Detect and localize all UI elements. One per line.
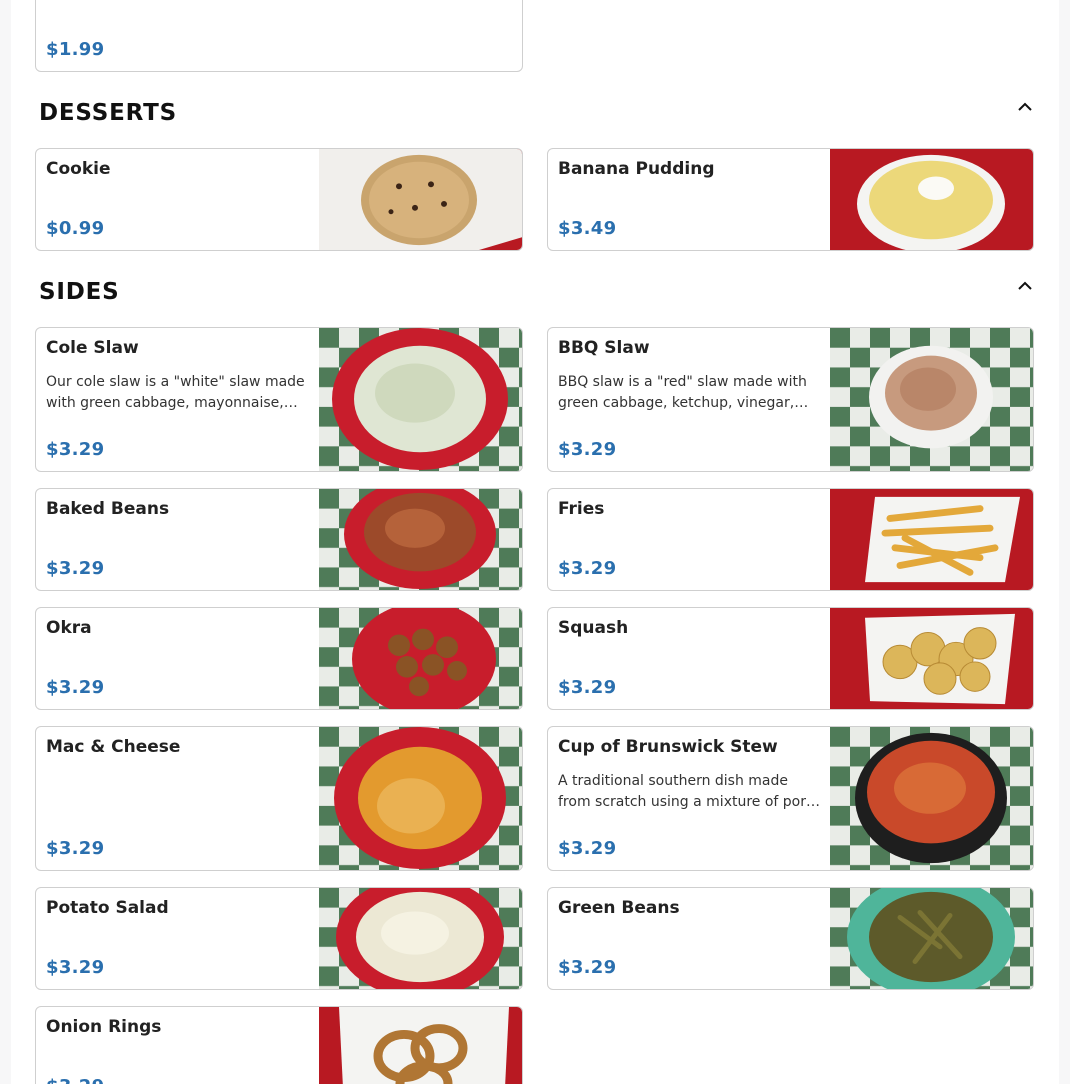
section-title-desserts: DESSERTS <box>39 100 177 126</box>
item-price: $3.29 <box>558 558 617 579</box>
menu-item-potato-salad[interactable]: Potato Salad $3.29 <box>35 887 523 990</box>
menu-item-green-beans[interactable]: Green Beans $3.29 <box>547 887 1034 990</box>
item-photo-brunswick-stew <box>830 727 1033 870</box>
item-photo-potato-salad <box>319 888 522 989</box>
section-title-sides: SIDES <box>39 279 120 305</box>
item-photo-squash <box>830 608 1033 709</box>
item-price: $3.29 <box>46 677 105 698</box>
menu-item-brunswick-stew[interactable]: Cup of Brunswick Stew A traditional sout… <box>547 726 1034 871</box>
item-name: Mac & Cheese <box>46 737 181 757</box>
menu-page: $1.99 DESSERTS Cookie $0.99 Banana Puddi… <box>11 0 1059 1084</box>
menu-item-bbq-slaw[interactable]: BBQ Slaw BBQ slaw is a "red" slaw made w… <box>547 327 1034 472</box>
menu-item-baked-beans[interactable]: Baked Beans $3.29 <box>35 488 523 591</box>
item-name: Banana Pudding <box>558 159 715 179</box>
menu-item-card[interactable]: $1.99 <box>35 0 523 72</box>
item-description: A traditional southern dish made from sc… <box>558 773 819 810</box>
item-price: $3.29 <box>46 558 105 579</box>
item-name: Cole Slaw <box>46 338 139 358</box>
item-name: Potato Salad <box>46 898 169 918</box>
item-photo-cookie <box>319 149 522 250</box>
menu-item-mac-and-cheese[interactable]: Mac & Cheese $3.29 <box>35 726 523 871</box>
chevron-up-icon <box>1018 102 1032 111</box>
menu-item-fries[interactable]: Fries $3.29 <box>547 488 1034 591</box>
item-price: $3.29 <box>46 957 105 978</box>
menu-item-cole-slaw[interactable]: Cole Slaw Our cole slaw is a "white" sla… <box>35 327 523 472</box>
collapse-desserts-button[interactable] <box>1015 96 1035 116</box>
item-photo-okra <box>319 608 522 709</box>
item-name: Baked Beans <box>46 499 170 519</box>
item-photo-cole-slaw <box>319 328 522 471</box>
item-name: Green Beans <box>558 898 680 918</box>
item-price: $3.29 <box>558 838 617 859</box>
item-description: BBQ slaw is a "red" slaw made with green… <box>558 374 807 411</box>
item-price: $3.29 <box>46 439 105 460</box>
item-photo-banana-pudding <box>830 149 1033 250</box>
item-name: Cup of Brunswick Stew <box>558 737 778 757</box>
item-name: Cookie <box>46 159 111 179</box>
menu-item-onion-rings[interactable]: Onion Rings $3.29 <box>35 1006 523 1084</box>
collapse-sides-button[interactable] <box>1015 275 1035 295</box>
item-photo-baked-beans <box>319 489 522 590</box>
item-name: BBQ Slaw <box>558 338 650 358</box>
item-price: $3.29 <box>558 677 617 698</box>
item-price: $3.29 <box>558 439 617 460</box>
item-photo-fries <box>830 489 1033 590</box>
item-name: Onion Rings <box>46 1017 162 1037</box>
item-photo-mac-and-cheese <box>319 727 522 870</box>
item-name: Squash <box>558 618 629 638</box>
menu-item-cookie[interactable]: Cookie $0.99 <box>35 148 523 251</box>
item-price: $3.49 <box>558 218 617 239</box>
item-price: $0.99 <box>46 218 105 239</box>
menu-item-okra[interactable]: Okra $3.29 <box>35 607 523 710</box>
menu-item-squash[interactable]: Squash $3.29 <box>547 607 1034 710</box>
item-price: $3.29 <box>46 838 105 859</box>
item-photo-green-beans <box>830 888 1033 989</box>
item-photo-bbq-slaw <box>830 328 1033 471</box>
item-price: $3.29 <box>558 957 617 978</box>
item-name: Okra <box>46 618 92 638</box>
item-price: $3.29 <box>46 1076 104 1084</box>
item-description: Our cole slaw is a "white" slaw made wit… <box>46 374 305 411</box>
item-price: $1.99 <box>46 39 105 60</box>
item-name: Fries <box>558 499 605 519</box>
chevron-up-icon <box>1018 281 1032 290</box>
item-photo-onion-rings <box>319 1007 522 1084</box>
menu-item-banana-pudding[interactable]: Banana Pudding $3.49 <box>547 148 1034 251</box>
